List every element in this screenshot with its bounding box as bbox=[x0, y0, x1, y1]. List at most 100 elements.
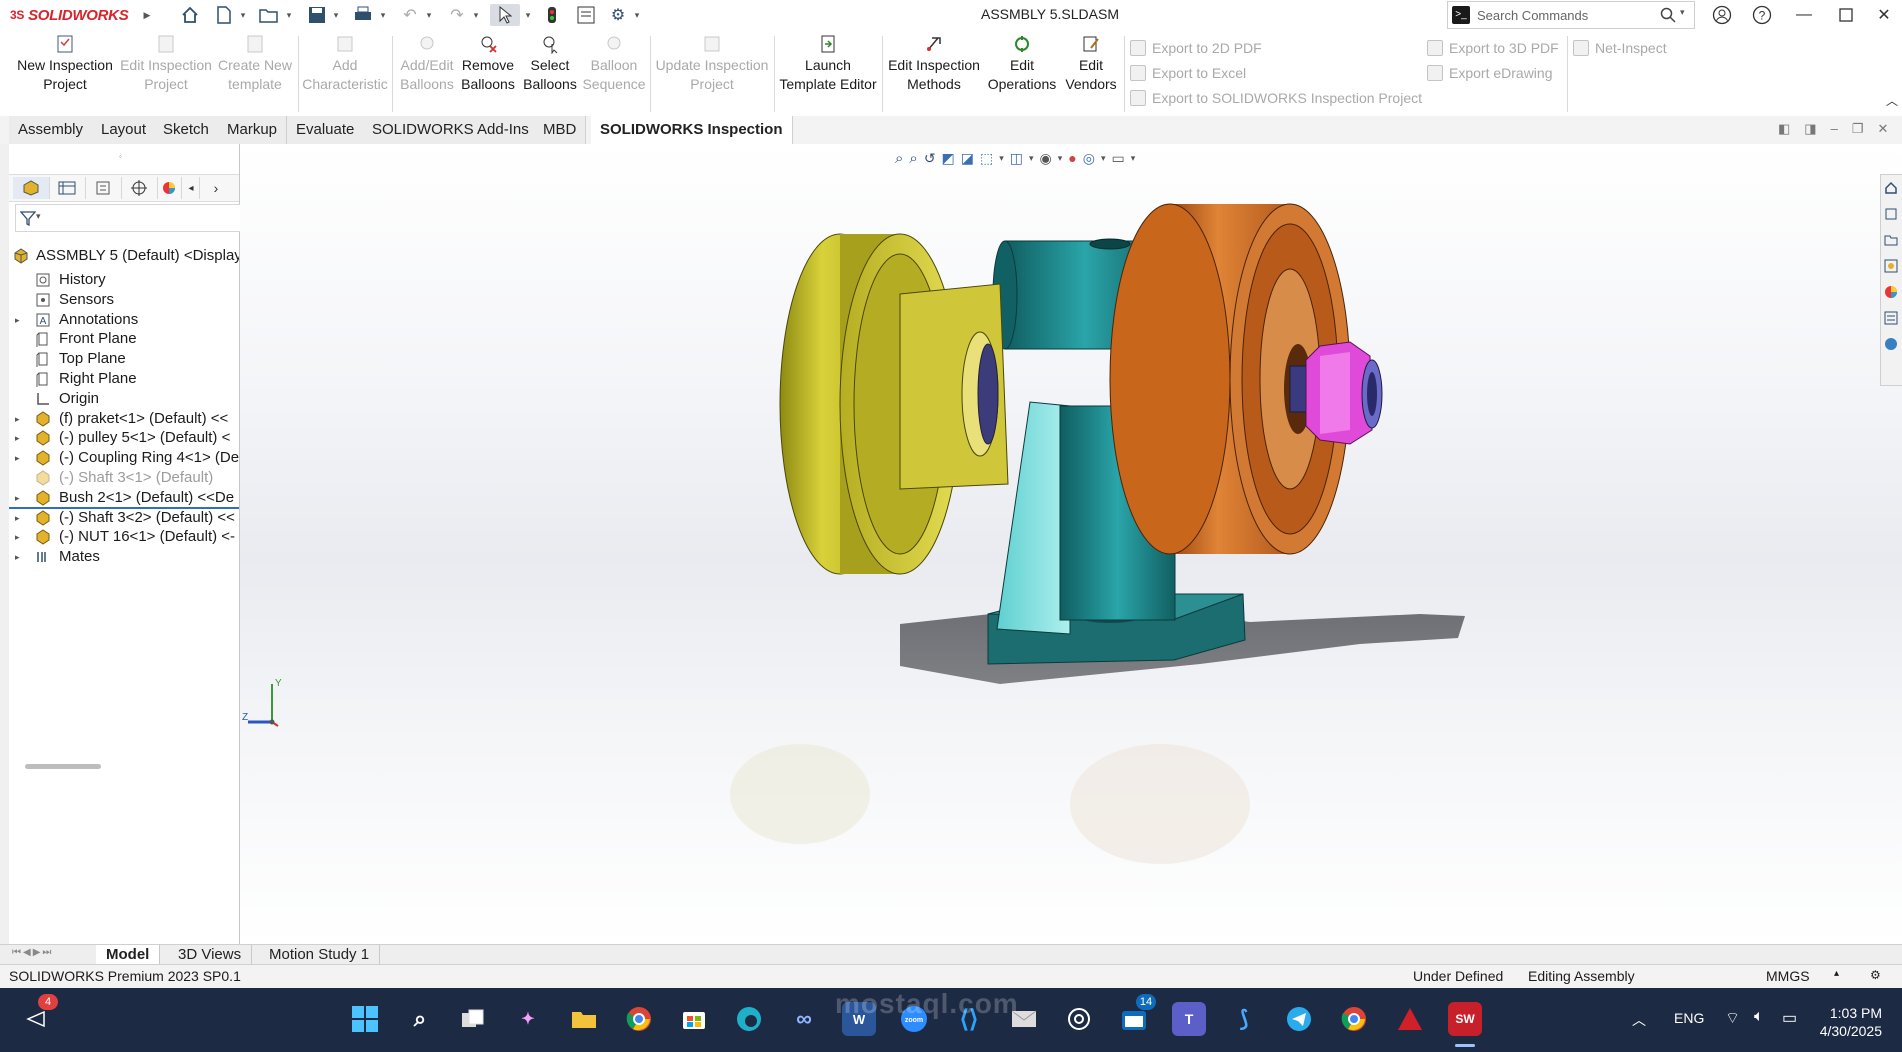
add-edit-balloons-button[interactable]: Add/Edit Balloons bbox=[396, 34, 458, 100]
task-view-icon[interactable] bbox=[456, 1002, 490, 1036]
tab-mbd[interactable]: MBD bbox=[534, 116, 587, 144]
display-manager-tab-icon[interactable] bbox=[157, 177, 182, 199]
tab-layout[interactable]: Layout bbox=[92, 116, 157, 144]
tab-evaluate[interactable]: Evaluate bbox=[287, 116, 365, 144]
design-library-icon[interactable] bbox=[1881, 201, 1901, 227]
battery-icon[interactable]: ▭ bbox=[1782, 1008, 1797, 1028]
next-tab-icon[interactable]: ▶ bbox=[33, 947, 41, 958]
teams-icon[interactable]: T bbox=[1172, 1002, 1206, 1036]
vpn-app-icon[interactable]: ⟆ bbox=[1227, 1002, 1261, 1036]
tree-item[interactable]: ▸ Mates bbox=[9, 545, 239, 569]
property-manager-tab-icon[interactable] bbox=[49, 177, 86, 199]
infinity-app-icon[interactable]: ∞ bbox=[787, 1002, 821, 1036]
tab-model[interactable]: Model bbox=[96, 945, 161, 965]
appearances-icon[interactable] bbox=[1881, 279, 1901, 305]
tab-scroll-right-icon[interactable]: › bbox=[203, 177, 229, 199]
tree-root[interactable]: ASSMBLY 5 (Default) <Display bbox=[9, 244, 239, 268]
user-account-icon[interactable] bbox=[1702, 0, 1742, 30]
tile-left-icon[interactable]: ◧ bbox=[1778, 121, 1790, 137]
view-palette-icon[interactable] bbox=[1881, 253, 1901, 279]
tab-solidworks-inspection[interactable]: SOLIDWORKS Inspection bbox=[591, 116, 793, 145]
dimxpert-tab-icon[interactable] bbox=[121, 177, 158, 199]
export-inspection-project-button[interactable]: Export to SOLIDWORKS Inspection Project bbox=[1130, 88, 1422, 108]
prev-tab-icon[interactable]: ◀ bbox=[23, 947, 31, 958]
update-inspection-project-button[interactable]: Update Inspection Project bbox=[654, 34, 770, 100]
chevron-up-icon[interactable]: ︿ bbox=[1632, 1010, 1646, 1030]
export-excel-button[interactable]: Export to Excel bbox=[1130, 63, 1246, 83]
search-commands-box[interactable]: >_ ▾ bbox=[1447, 1, 1695, 29]
autocad-icon[interactable] bbox=[1393, 1002, 1427, 1036]
new-inspection-project-button[interactable]: New Inspection Project bbox=[10, 34, 120, 100]
minimize-doc-icon[interactable]: – bbox=[1831, 121, 1838, 137]
copilot-icon[interactable]: ✦ bbox=[511, 1002, 545, 1036]
tab-motion-study[interactable]: Motion Study 1 bbox=[259, 945, 381, 965]
add-characteristic-button[interactable]: Add Characteristic bbox=[302, 34, 388, 100]
file-explorer-icon[interactable] bbox=[1881, 227, 1901, 253]
tab-scroll-left-icon[interactable]: ◂ bbox=[183, 177, 200, 199]
export-2d-pdf-button[interactable]: Export to 2D PDF bbox=[1130, 38, 1262, 58]
solidworks-taskbar-icon[interactable]: SW bbox=[1448, 1002, 1482, 1036]
chevron-down-icon[interactable]: ▾ bbox=[36, 211, 41, 222]
help-icon[interactable]: ? bbox=[1742, 0, 1782, 30]
configuration-manager-tab-icon[interactable] bbox=[85, 177, 122, 199]
tab-solidworks-add-ins[interactable]: SOLIDWORKS Add-Ins bbox=[363, 116, 539, 144]
edit-vendors-button[interactable]: Edit Vendors bbox=[1060, 34, 1122, 100]
close-doc-icon[interactable]: ✕ bbox=[1877, 121, 1888, 137]
tree-filter[interactable]: ▾ bbox=[15, 204, 243, 232]
rollback-bar[interactable] bbox=[9, 507, 239, 509]
launch-template-editor-button[interactable]: Launch Template Editor bbox=[778, 34, 878, 100]
export-3d-pdf-button[interactable]: Export to 3D PDF bbox=[1427, 38, 1559, 58]
minimize-icon[interactable]: — bbox=[1784, 0, 1824, 30]
assembly-3d-model[interactable] bbox=[240, 144, 1902, 944]
create-new-template-button[interactable]: Create New template bbox=[215, 34, 295, 100]
edit-inspection-methods-button[interactable]: Edit Inspection Methods bbox=[884, 34, 984, 100]
tab-assembly[interactable]: Assembly bbox=[9, 116, 94, 144]
edge-icon[interactable] bbox=[732, 1002, 766, 1036]
panel-grip-icon[interactable]: ◦ bbox=[119, 152, 122, 161]
tab-sketch[interactable]: Sketch bbox=[154, 116, 219, 144]
chevron-down-icon[interactable]: ▾ bbox=[1680, 7, 1685, 18]
telegram-icon[interactable] bbox=[1282, 1002, 1316, 1036]
horizontal-scrollbar[interactable] bbox=[25, 764, 101, 769]
rebuild-status-icon[interactable]: ⚙ bbox=[1870, 968, 1881, 982]
wifi-icon[interactable]: ⌔ bbox=[1725, 1008, 1740, 1028]
last-tab-icon[interactable]: ⏭ bbox=[42, 947, 51, 958]
status-units[interactable]: MMGS bbox=[1766, 968, 1810, 984]
tab-markup[interactable]: Markup bbox=[218, 116, 288, 144]
remove-balloons-button[interactable]: Remove Balloons bbox=[458, 34, 518, 100]
tab-3d-views[interactable]: 3D Views bbox=[168, 945, 253, 965]
file-explorer-icon[interactable] bbox=[567, 1002, 601, 1036]
expand-arrow-icon[interactable]: ▸ bbox=[15, 545, 20, 569]
chrome-icon[interactable] bbox=[622, 1002, 656, 1036]
chatgpt-icon[interactable] bbox=[1062, 1002, 1096, 1036]
chevron-up-icon[interactable]: ▴ bbox=[1834, 968, 1839, 979]
maximize-icon[interactable] bbox=[1826, 0, 1866, 30]
custom-properties-icon[interactable] bbox=[1881, 305, 1901, 331]
solidworks-resources-icon[interactable] bbox=[1881, 175, 1901, 201]
feature-manager-tab-icon[interactable] bbox=[13, 177, 50, 199]
export-edrawing-button[interactable]: Export eDrawing bbox=[1427, 63, 1553, 83]
tile-right-icon[interactable]: ◨ bbox=[1804, 121, 1816, 137]
chrome-icon[interactable] bbox=[1337, 1002, 1371, 1036]
restore-doc-icon[interactable]: ❐ bbox=[1852, 121, 1864, 137]
collapse-ribbon-icon[interactable]: ︿ bbox=[1886, 92, 1898, 109]
search-icon[interactable] bbox=[1660, 7, 1676, 23]
close-icon[interactable]: ✕ bbox=[1864, 0, 1902, 30]
net-inspect-button[interactable]: Net-Inspect bbox=[1573, 38, 1667, 58]
start-icon[interactable] bbox=[348, 1002, 382, 1036]
forum-icon[interactable] bbox=[1881, 331, 1901, 357]
system-clock[interactable]: 1:03 PM 4/30/2025 bbox=[1820, 1004, 1882, 1040]
search-input[interactable] bbox=[1475, 5, 1659, 25]
input-language[interactable]: ENG bbox=[1674, 1010, 1704, 1026]
microsoft-store-icon[interactable] bbox=[677, 1002, 711, 1036]
search-icon[interactable]: ⌕ bbox=[403, 1002, 437, 1036]
edit-operations-button[interactable]: Edit Operations bbox=[986, 34, 1058, 100]
select-balloons-button[interactable]: Select Balloons bbox=[520, 34, 580, 100]
balloon-sequence-button[interactable]: Balloon Sequence bbox=[582, 34, 646, 100]
graphics-area[interactable]: ⌕ ⌕ ↺ ◩ ◪ ⬚ ▾ ◫ ▾ ◉ ▾ ● ◎ ▾ ▭ ▾ Y Z bbox=[240, 144, 1902, 944]
filter-icon[interactable] bbox=[20, 210, 36, 226]
volume-icon[interactable]: 🔈︎ bbox=[1754, 1008, 1764, 1026]
first-tab-icon[interactable]: ⏮ bbox=[12, 947, 21, 958]
tab-navigation-arrows[interactable]: ⏮ ◀ ▶ ⏭ bbox=[12, 947, 51, 958]
edit-inspection-project-button[interactable]: Edit Inspection Project bbox=[118, 34, 214, 100]
